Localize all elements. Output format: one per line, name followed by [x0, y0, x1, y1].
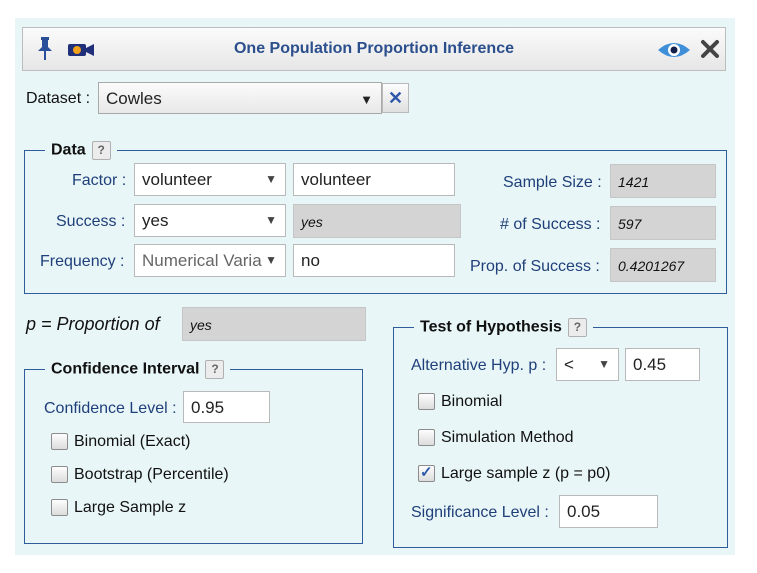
num-success-label: # of Success : [500, 216, 601, 233]
binomial-test-label: Binomial [441, 393, 503, 410]
alternative-hyp-label: Alternative Hyp. p : [411, 357, 547, 374]
success-value-display: yes [293, 204, 461, 238]
chevron-down-icon: ▼ [265, 172, 277, 186]
title-bar: One Population Proportion Inference [22, 27, 726, 71]
factor-text-input[interactable]: volunteer [293, 163, 455, 196]
dataset-select-value: Cowles [106, 89, 162, 108]
large-sample-z-label: Large Sample z [74, 499, 187, 516]
large-sample-z-test-label: Large sample z (p = p0) [441, 465, 611, 482]
chevron-down-icon: ▼ [265, 213, 277, 227]
eye-icon[interactable] [657, 40, 691, 65]
dataset-clear-button[interactable]: ✕ [382, 83, 409, 113]
sample-size-label: Sample Size : [503, 174, 602, 191]
num-success-value: 597 [610, 206, 716, 240]
frequency-select-value: Numerical Varia [142, 251, 262, 270]
factor-select-value: volunteer [142, 170, 212, 189]
alternative-hyp-select-value: < [564, 355, 574, 374]
bootstrap-percentile-checkbox[interactable] [51, 466, 68, 483]
factor-label: Factor : [72, 172, 127, 189]
hypothesized-value-input[interactable]: 0.45 [625, 348, 700, 381]
help-icon[interactable]: ? [567, 318, 587, 337]
success-label: Success : [56, 213, 126, 230]
sample-size-value: 1421 [610, 164, 716, 198]
dataset-select[interactable]: Cowles ▼ [98, 82, 382, 114]
hypothesis-test-legend: Test of Hypothesis? [414, 318, 593, 337]
dropdown-arrow-icon: ▼ [360, 92, 373, 107]
large-sample-z-checkbox[interactable] [51, 499, 68, 516]
proportion-value-display: yes [182, 307, 366, 341]
proportion-label: p = Proportion of [26, 314, 160, 334]
significance-level-input[interactable]: 0.05 [559, 495, 658, 528]
chevron-down-icon: ▼ [265, 253, 277, 267]
binomial-exact-checkbox[interactable] [51, 433, 68, 450]
confidence-level-label: Confidence Level : [44, 400, 177, 417]
bootstrap-percentile-label: Bootstrap (Percentile) [74, 466, 229, 483]
large-sample-z-test-checkbox[interactable] [418, 463, 435, 482]
dialog-title: One Population Proportion Inference [233, 40, 514, 57]
frequency-text-input[interactable]: no [293, 244, 455, 277]
simulation-method-checkbox[interactable] [418, 429, 435, 446]
success-select[interactable]: yes ▼ [134, 204, 286, 237]
chevron-down-icon: ▼ [598, 357, 610, 371]
close-icon[interactable] [700, 39, 720, 64]
dataset-label: Dataset : [26, 90, 91, 107]
frequency-select[interactable]: Numerical Varia ▼ [134, 244, 286, 277]
confidence-level-input[interactable]: 0.95 [183, 391, 270, 423]
simulation-method-label: Simulation Method [441, 429, 574, 446]
prop-success-value: 0.4201267 [610, 248, 716, 282]
factor-select[interactable]: volunteer ▼ [134, 163, 286, 196]
alternative-hyp-select[interactable]: < ▼ [556, 348, 619, 381]
data-legend: Data? [45, 141, 117, 160]
help-icon[interactable]: ? [205, 360, 225, 379]
frequency-label: Frequency : [40, 253, 125, 270]
clear-icon: ✕ [387, 88, 404, 108]
prop-success-label: Prop. of Success : [470, 258, 600, 275]
significance-level-label: Significance Level : [411, 504, 549, 521]
binomial-test-checkbox[interactable] [418, 393, 435, 410]
help-icon[interactable]: ? [91, 141, 111, 160]
binomial-exact-label: Binomial (Exact) [74, 433, 191, 450]
success-select-value: yes [142, 211, 169, 230]
confidence-interval-legend: Confidence Interval? [45, 360, 230, 379]
